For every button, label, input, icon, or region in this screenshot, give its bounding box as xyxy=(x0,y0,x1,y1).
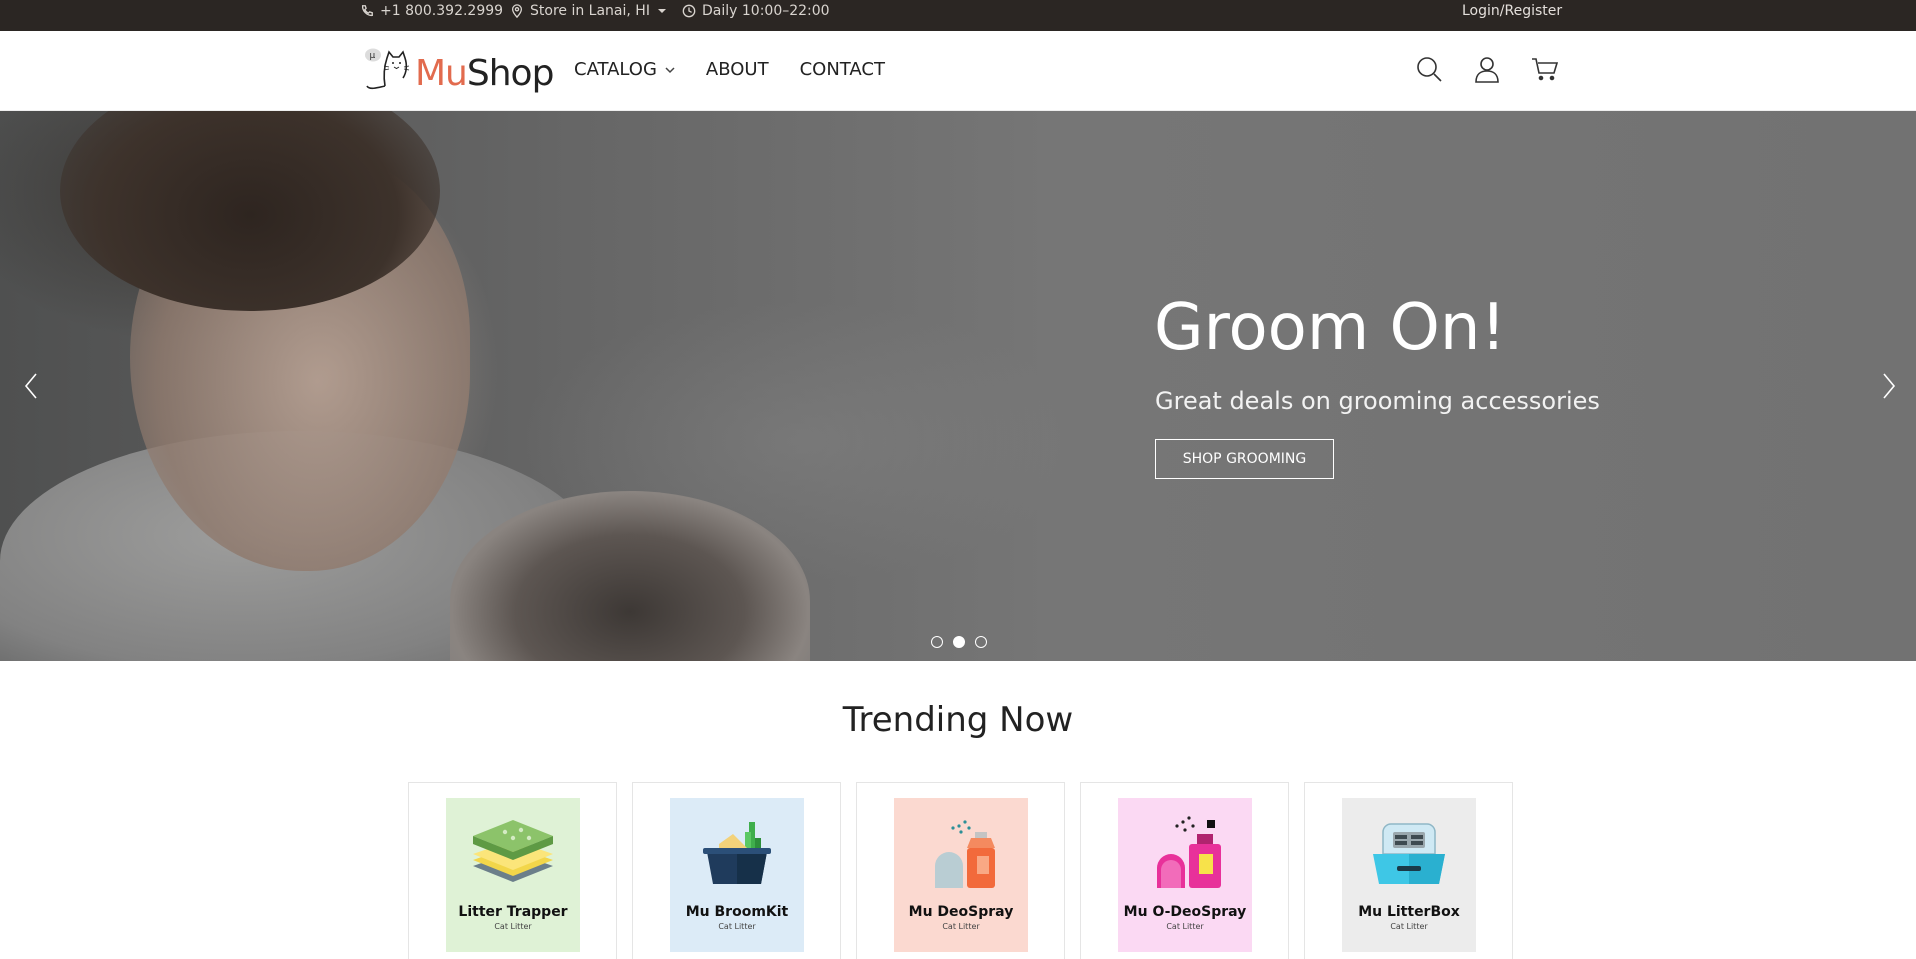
caret-down-icon xyxy=(657,9,666,13)
product-category: Cat Litter xyxy=(942,922,980,931)
trending-products: Litter Trapper Cat Litter Mu BroomKit Ca… xyxy=(408,782,1513,959)
clock-icon xyxy=(682,4,696,18)
nav-catalog-label: CATALOG xyxy=(574,59,657,80)
cat-logo-icon: μ xyxy=(365,48,410,90)
login-register-link[interactable]: Login/Register xyxy=(1462,0,1562,22)
site-header: μ MuShop CATALOG ABOUT CONTACT xyxy=(0,31,1916,111)
store-selector[interactable]: Store in Lanai, HI xyxy=(510,0,666,22)
deodorizer-spray-icon xyxy=(935,820,995,888)
header-actions xyxy=(1414,54,1560,84)
product-card[interactable]: Mu DeoSpray Cat Litter xyxy=(856,782,1065,959)
hero-title: Groom On! xyxy=(1154,291,1507,365)
phone-info[interactable]: +1 800.392.2999 xyxy=(360,0,503,22)
odor-spray-icon xyxy=(1157,816,1221,888)
slider-dot-1[interactable] xyxy=(931,636,943,648)
product-card[interactable]: Mu LitterBox Cat Litter xyxy=(1304,782,1513,959)
slider-prev-button[interactable] xyxy=(20,371,44,401)
product-card[interactable]: Mu BroomKit Cat Litter xyxy=(632,782,841,959)
nav-contact[interactable]: CONTACT xyxy=(800,59,885,80)
product-card[interactable]: Litter Trapper Cat Litter xyxy=(408,782,617,959)
product-card[interactable]: Mu O-DeoSpray Cat Litter xyxy=(1080,782,1289,959)
nav-catalog[interactable]: CATALOG xyxy=(574,59,675,80)
hero-slider: Groom On! Great deals on grooming access… xyxy=(0,111,1916,661)
product-category: Cat Litter xyxy=(494,922,532,931)
chevron-right-icon xyxy=(1883,373,1896,399)
chevron-left-icon xyxy=(24,373,37,399)
hero-subtitle: Great deals on grooming accessories xyxy=(1155,387,1600,415)
main-nav: CATALOG ABOUT CONTACT xyxy=(574,59,885,80)
product-name: Mu BroomKit xyxy=(685,904,789,920)
slider-dot-2[interactable] xyxy=(953,636,965,648)
phone-icon xyxy=(361,5,373,17)
slider-next-button[interactable] xyxy=(1876,371,1900,401)
product-category: Cat Litter xyxy=(718,922,756,931)
product-name: Mu O-DeoSpray xyxy=(1123,904,1247,920)
cart-icon xyxy=(1532,58,1559,81)
product-image[interactable]: Mu BroomKit Cat Litter xyxy=(670,798,804,952)
logo-shop: Shop xyxy=(466,53,555,94)
product-name: Litter Trapper xyxy=(458,904,568,920)
litter-mat-icon xyxy=(473,820,553,882)
svg-text:μ: μ xyxy=(370,51,376,61)
product-category: Cat Litter xyxy=(1166,922,1204,931)
shop-grooming-button[interactable]: SHOP GROOMING xyxy=(1155,439,1334,479)
account-button[interactable] xyxy=(1472,54,1502,84)
top-bar: +1 800.392.2999 Store in Lanai, HI Daily… xyxy=(0,0,1916,31)
product-name: Mu LitterBox xyxy=(1358,904,1460,920)
product-image[interactable]: Litter Trapper Cat Litter xyxy=(446,798,580,952)
map-pin-icon xyxy=(511,4,523,18)
slider-dot-3[interactable] xyxy=(975,636,987,648)
cart-button[interactable] xyxy=(1530,54,1560,84)
logo[interactable]: μ MuShop xyxy=(363,44,555,94)
logo-mu: Mu xyxy=(415,53,468,94)
store-location: Store in Lanai, HI xyxy=(530,3,650,19)
search-button[interactable] xyxy=(1414,54,1444,84)
product-image[interactable]: Mu DeoSpray Cat Litter xyxy=(894,798,1028,952)
hours-info: Daily 10:00–22:00 xyxy=(682,0,830,22)
search-icon xyxy=(1417,57,1442,82)
phone-number: +1 800.392.2999 xyxy=(380,3,504,19)
slider-pagination xyxy=(931,636,987,648)
product-name: Mu DeoSpray xyxy=(908,904,1014,920)
user-icon xyxy=(1475,57,1499,83)
nav-about[interactable]: ABOUT xyxy=(706,59,769,80)
logo-wordmark: MuShop xyxy=(415,53,555,94)
product-image[interactable]: Mu O-DeoSpray Cat Litter xyxy=(1118,798,1252,952)
trending-title: Trending Now xyxy=(842,700,1074,740)
store-hours: Daily 10:00–22:00 xyxy=(702,3,830,19)
product-category: Cat Litter xyxy=(1390,922,1428,931)
litter-box-icon xyxy=(1373,823,1445,884)
chevron-down-icon xyxy=(665,66,675,73)
product-image[interactable]: Mu LitterBox Cat Litter xyxy=(1342,798,1476,952)
broom-kit-icon xyxy=(703,822,771,884)
